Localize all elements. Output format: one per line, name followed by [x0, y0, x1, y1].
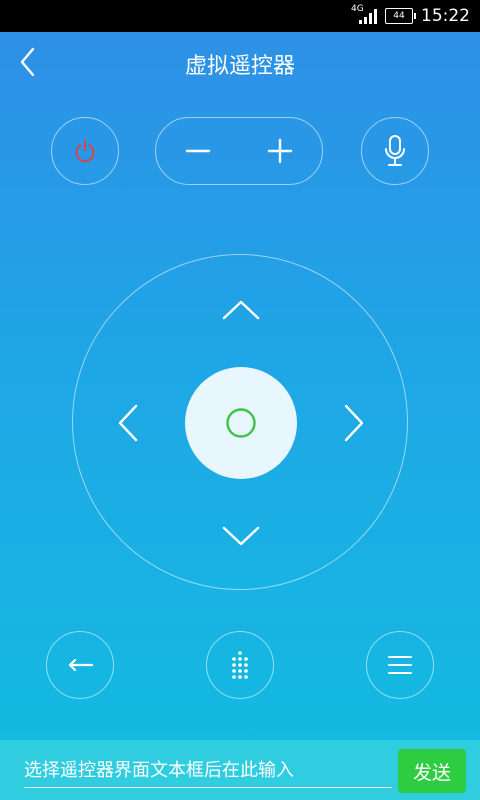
volume-control — [155, 117, 323, 185]
ok-circle-icon — [226, 408, 256, 438]
signal-icon — [359, 9, 377, 24]
return-button[interactable] — [46, 631, 114, 699]
status-bar: 4G 44 15:22 — [0, 0, 480, 32]
chevron-up-icon — [222, 300, 260, 320]
network-indicator: 4G — [351, 4, 377, 26]
chevron-left-icon — [118, 404, 138, 442]
left-button[interactable] — [103, 393, 153, 453]
arrow-left-icon — [68, 658, 94, 672]
numpad-button[interactable] — [206, 631, 274, 699]
power-button[interactable] — [51, 117, 119, 185]
voice-button[interactable] — [361, 117, 429, 185]
microphone-icon — [385, 135, 405, 166]
plus-icon — [267, 138, 293, 164]
page-title: 虚拟遥控器 — [184, 54, 295, 79]
volume-up-button[interactable] — [238, 118, 322, 184]
volume-down-button[interactable] — [156, 118, 240, 184]
menu-button[interactable] — [366, 631, 434, 699]
send-button[interactable]: 发送 — [398, 749, 466, 793]
down-button[interactable] — [211, 511, 271, 561]
ok-button[interactable] — [185, 367, 297, 479]
menu-icon — [388, 656, 412, 674]
chevron-right-icon — [344, 404, 364, 442]
power-icon — [75, 140, 95, 163]
minus-icon — [185, 149, 211, 153]
status-time: 15:22 — [421, 6, 470, 26]
header: 虚拟遥控器 — [0, 32, 480, 92]
dot-grid-icon — [232, 651, 248, 679]
text-input[interactable] — [24, 754, 392, 788]
input-bar: 发送 — [0, 740, 480, 800]
battery-icon: 44 — [385, 8, 416, 24]
chevron-down-icon — [222, 526, 260, 546]
direction-pad — [72, 254, 408, 590]
up-button[interactable] — [211, 285, 271, 335]
right-button[interactable] — [329, 393, 379, 453]
